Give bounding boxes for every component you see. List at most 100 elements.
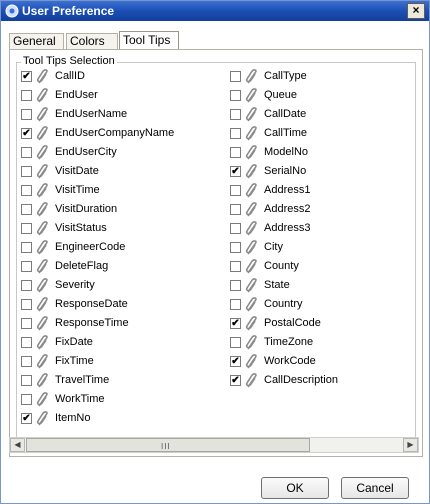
checkbox[interactable] xyxy=(230,147,241,158)
paperclip-icon xyxy=(36,335,48,350)
item-label: EngineerCode xyxy=(55,241,126,253)
paperclip-icon xyxy=(245,240,257,255)
item-label: CallID xyxy=(55,70,85,82)
checkbox[interactable] xyxy=(21,337,32,348)
paperclip-icon xyxy=(245,335,257,350)
checkbox[interactable] xyxy=(21,261,32,272)
paperclip-icon xyxy=(36,145,48,160)
paperclip-icon xyxy=(36,411,48,426)
paperclip-icon xyxy=(36,107,48,122)
item-label: ResponseDate xyxy=(55,298,128,310)
paperclip-icon xyxy=(245,373,257,388)
item-label: TimeZone xyxy=(264,336,314,348)
tab-general[interactable]: General xyxy=(9,33,64,49)
checkbox[interactable] xyxy=(21,185,32,196)
item-label: VisitDate xyxy=(55,165,99,177)
paperclip-icon xyxy=(36,240,48,255)
checkbox[interactable] xyxy=(21,375,32,386)
checkbox[interactable] xyxy=(21,109,32,120)
tab-colors[interactable]: Colors xyxy=(66,33,118,49)
tab-tool-tips[interactable]: Tool Tips xyxy=(119,31,179,50)
item-label: PostalCode xyxy=(264,317,321,329)
checkbox[interactable] xyxy=(21,394,32,405)
item-label: CallDate xyxy=(264,108,307,120)
scroll-left-arrow-icon[interactable]: ◀ xyxy=(10,438,25,452)
checkbox[interactable] xyxy=(230,128,241,139)
item-label: SerialNo xyxy=(264,165,307,177)
checkbox[interactable] xyxy=(21,223,32,234)
user-preference-dialog: User Preference × General Colors Tool Ti… xyxy=(0,0,430,504)
checkbox[interactable] xyxy=(230,337,241,348)
user-preference-gear-icon xyxy=(5,4,19,18)
checkbox[interactable] xyxy=(230,280,241,291)
scrollbar-thumb[interactable]: III xyxy=(26,438,310,452)
item-label: Address3 xyxy=(264,222,311,234)
checkbox[interactable]: ✔ xyxy=(230,375,241,386)
item-label: County xyxy=(264,260,299,272)
checkbox[interactable] xyxy=(230,204,241,215)
paperclip-icon xyxy=(245,164,257,179)
close-button[interactable]: × xyxy=(407,3,425,19)
checkbox[interactable]: ✔ xyxy=(230,356,241,367)
scrollbar-grip-icon: III xyxy=(161,442,171,451)
item-label: EndUser xyxy=(55,89,98,101)
group-label: Tool Tips Selection xyxy=(21,55,117,67)
item-label: EndUserCity xyxy=(55,146,117,158)
paperclip-icon xyxy=(245,202,257,217)
checkbox[interactable]: ✔ xyxy=(230,166,241,177)
paperclip-icon xyxy=(245,278,257,293)
item-label: Severity xyxy=(55,279,95,291)
item-label: City xyxy=(264,241,283,253)
paperclip-icon xyxy=(36,69,48,84)
paperclip-icon xyxy=(245,354,257,369)
checkbox[interactable] xyxy=(21,356,32,367)
horizontal-scrollbar[interactable]: ◀ III ▶ xyxy=(9,437,419,453)
item-label: CallDescription xyxy=(264,374,338,386)
checkbox[interactable] xyxy=(21,90,32,101)
checkbox[interactable] xyxy=(230,223,241,234)
item-label: Country xyxy=(264,298,303,310)
tool-tips-panel: Tool Tips Selection ✔ CallID EndUser EndUse… xyxy=(9,49,423,457)
ok-button[interactable]: OK xyxy=(261,477,329,499)
checkbox[interactable] xyxy=(21,166,32,177)
paperclip-icon xyxy=(36,373,48,388)
item-label: VisitDuration xyxy=(55,203,118,215)
checkbox[interactable] xyxy=(230,109,241,120)
paperclip-icon xyxy=(245,107,257,122)
paperclip-icon xyxy=(245,259,257,274)
checkbox[interactable] xyxy=(230,261,241,272)
paperclip-icon xyxy=(245,221,257,236)
item-label: WorkCode xyxy=(264,355,316,367)
checkbox[interactable] xyxy=(21,299,32,310)
item-label: VisitStatus xyxy=(55,222,107,234)
checkbox[interactable] xyxy=(21,204,32,215)
item-label: ModelNo xyxy=(264,146,309,158)
title-bar[interactable]: User Preference × xyxy=(1,1,429,21)
checkbox[interactable] xyxy=(230,242,241,253)
paperclip-icon xyxy=(36,316,48,331)
item-label: WorkTime xyxy=(55,393,105,405)
checkbox[interactable]: ✔ xyxy=(21,71,32,82)
checkbox[interactable] xyxy=(230,90,241,101)
item-label: CallTime xyxy=(264,127,307,139)
checkbox[interactable] xyxy=(21,147,32,158)
checkbox[interactable] xyxy=(230,71,241,82)
checkbox[interactable]: ✔ xyxy=(230,318,241,329)
checkbox[interactable] xyxy=(230,185,241,196)
paperclip-icon xyxy=(36,259,48,274)
paperclip-icon xyxy=(36,88,48,103)
item-label: State xyxy=(264,279,290,291)
paperclip-icon xyxy=(245,126,257,141)
checkbox[interactable] xyxy=(230,299,241,310)
checkbox[interactable] xyxy=(21,318,32,329)
paperclip-icon xyxy=(36,202,48,217)
checkbox[interactable] xyxy=(21,242,32,253)
checkbox[interactable]: ✔ xyxy=(21,413,32,424)
item-label: CallType xyxy=(264,70,307,82)
paperclip-icon xyxy=(36,221,48,236)
cancel-button[interactable]: Cancel xyxy=(341,477,409,499)
checkbox[interactable] xyxy=(21,280,32,291)
paperclip-icon xyxy=(245,69,257,84)
scroll-right-arrow-icon[interactable]: ▶ xyxy=(403,438,418,452)
checkbox[interactable]: ✔ xyxy=(21,128,32,139)
